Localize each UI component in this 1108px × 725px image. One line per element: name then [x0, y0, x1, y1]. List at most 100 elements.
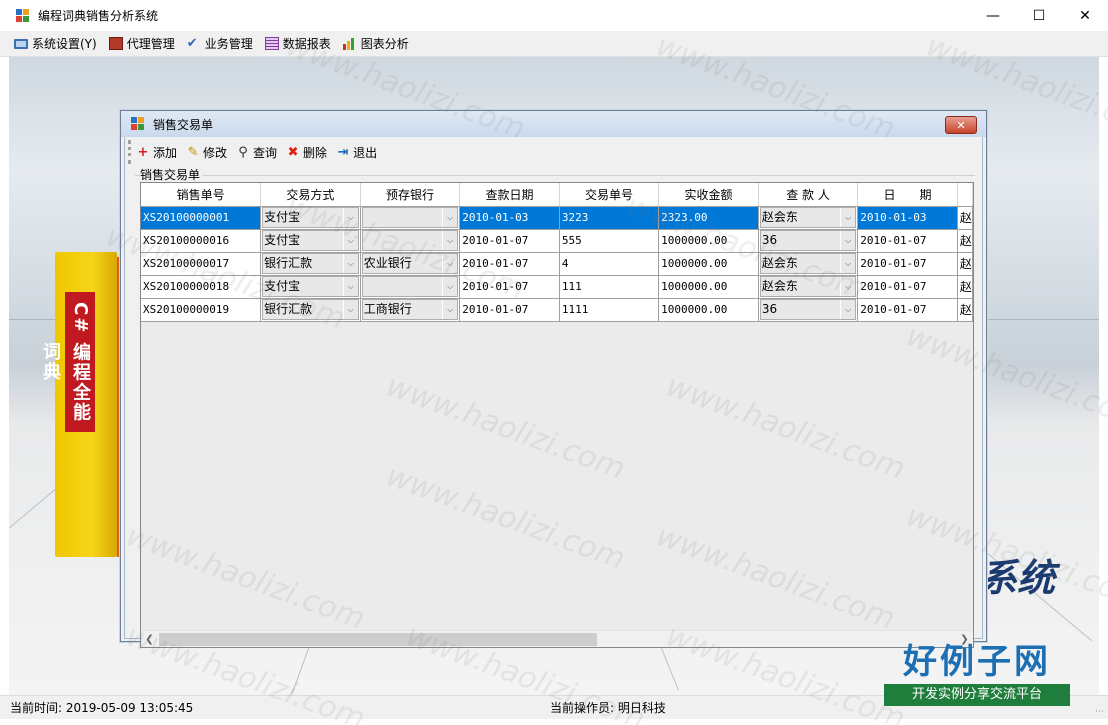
cell-method[interactable]: 银行汇款 ⌵: [260, 298, 361, 322]
cell-checker-combo[interactable]: 36 ⌵: [759, 299, 857, 320]
menu-data-report[interactable]: 数据报表: [264, 35, 331, 52]
column-header[interactable]: 查款日期: [459, 183, 560, 207]
cell-checker-combo[interactable]: 赵会东 ⌵: [759, 253, 857, 274]
cell-txn-no[interactable]: 111: [559, 275, 660, 299]
chevron-down-icon[interactable]: ⌵: [342, 208, 358, 227]
chevron-down-icon[interactable]: ⌵: [840, 231, 855, 250]
horizontal-scrollbar[interactable]: ❮ ❯: [141, 630, 973, 647]
cell-check-date[interactable]: 2010-01-07: [459, 229, 560, 253]
cell-overflow[interactable]: 赵: [957, 252, 973, 276]
child-close-button[interactable]: ✕: [945, 116, 977, 134]
cell-txn-no[interactable]: 1111: [559, 298, 660, 322]
chevron-down-icon[interactable]: ⌵: [840, 277, 855, 296]
cell-method-combo[interactable]: 银行汇款 ⌵: [262, 253, 359, 274]
delete-button[interactable]: ✖ 删除: [285, 144, 327, 161]
search-button[interactable]: ⚲ 查询: [235, 144, 277, 161]
chevron-down-icon[interactable]: ⌵: [442, 231, 457, 250]
chevron-down-icon[interactable]: ⌵: [840, 208, 855, 227]
chevron-down-icon[interactable]: ⌵: [442, 300, 457, 319]
column-header[interactable]: 实收金额: [658, 183, 759, 207]
maximize-button[interactable]: ☐: [1016, 0, 1062, 31]
cell-amount[interactable]: 1000000.00: [658, 298, 759, 322]
cell-amount[interactable]: 2323.00: [658, 206, 759, 230]
cell-order-id[interactable]: XS20100000016: [141, 229, 262, 253]
menu-system-settings[interactable]: 系统设置(Y): [14, 35, 97, 52]
cell-txn-no[interactable]: 3223: [559, 206, 660, 230]
cell-amount[interactable]: 1000000.00: [658, 275, 759, 299]
cell-check-date[interactable]: 2010-01-07: [459, 275, 560, 299]
cell-order-id[interactable]: XS20100000001: [141, 206, 262, 230]
cell-txn-no[interactable]: 4: [559, 252, 660, 276]
cell-checker[interactable]: 赵会东 ⌵: [758, 275, 859, 299]
resize-grip-icon[interactable]: ⋯: [1095, 707, 1104, 717]
cell-method[interactable]: 支付宝 ⌵: [260, 275, 361, 299]
cell-method-combo[interactable]: 支付宝 ⌵: [262, 207, 359, 228]
cell-bank-combo[interactable]: ⌵: [361, 230, 459, 251]
column-header[interactable]: 销售单号: [141, 183, 262, 207]
table-row[interactable]: XS20100000001 支付宝 ⌵ ⌵ 2010-01-03 3223 2323.00 赵…: [141, 206, 973, 230]
column-header[interactable]: 交易单号: [559, 183, 660, 207]
table-row[interactable]: XS20100000017 银行汇款 ⌵ 农业银行 ⌵ 2010-01-07 4 100000…: [141, 252, 973, 276]
exit-button[interactable]: ⇥ 退出: [335, 144, 377, 161]
chevron-down-icon[interactable]: ⌵: [342, 231, 358, 250]
cell-overflow[interactable]: 赵: [957, 275, 973, 299]
cell-method[interactable]: 支付宝 ⌵: [260, 229, 361, 253]
chevron-down-icon[interactable]: ⌵: [442, 277, 457, 296]
scroll-thumb[interactable]: [159, 633, 597, 646]
scroll-left-icon[interactable]: ❮: [141, 631, 158, 647]
cell-order-id[interactable]: XS20100000019: [141, 298, 262, 322]
cell-date[interactable]: 2010-01-07: [857, 298, 958, 322]
chevron-down-icon[interactable]: ⌵: [342, 254, 358, 273]
cell-bank[interactable]: ⌵: [360, 275, 461, 299]
cell-bank-combo[interactable]: ⌵: [361, 276, 459, 297]
chevron-down-icon[interactable]: ⌵: [840, 300, 855, 319]
cell-amount[interactable]: 1000000.00: [658, 229, 759, 253]
menu-chart-analysis[interactable]: 图表分析: [342, 35, 409, 52]
chevron-down-icon[interactable]: ⌵: [342, 300, 358, 319]
table-row[interactable]: XS20100000018 支付宝 ⌵ ⌵ 2010-01-07 111 1000000.0…: [141, 275, 973, 299]
cell-method[interactable]: 支付宝 ⌵: [260, 206, 361, 230]
edit-button[interactable]: ✎ 修改: [185, 144, 227, 161]
cell-bank[interactable]: ⌵: [360, 206, 461, 230]
cell-checker-combo[interactable]: 赵会东 ⌵: [759, 276, 857, 297]
cell-bank-combo[interactable]: ⌵: [361, 207, 459, 228]
column-header[interactable]: 交易方式: [260, 183, 361, 207]
column-header[interactable]: 预存银行: [360, 183, 461, 207]
cell-bank-combo[interactable]: 农业银行 ⌵: [361, 253, 459, 274]
table-row[interactable]: XS20100000016 支付宝 ⌵ ⌵ 2010-01-07 555 1000000.0…: [141, 229, 973, 253]
add-button[interactable]: + 添加: [135, 144, 177, 161]
table-row[interactable]: XS20100000019 银行汇款 ⌵ 工商银行 ⌵ 2010-01-07 1111 100…: [141, 298, 973, 322]
cell-overflow[interactable]: 赵: [957, 229, 973, 253]
cell-overflow[interactable]: 赵: [957, 206, 973, 230]
chevron-down-icon[interactable]: ⌵: [442, 254, 457, 273]
cell-txn-no[interactable]: 555: [559, 229, 660, 253]
column-header[interactable]: 日 期: [857, 183, 958, 207]
sales-data-grid[interactable]: 销售单号 交易方式 预存银行 查款日期 交易单号 实收金额 查 款 人 日 期 …: [140, 182, 974, 648]
cell-method-combo[interactable]: 支付宝 ⌵: [262, 276, 359, 297]
cell-date[interactable]: 2010-01-07: [857, 229, 958, 253]
cell-date[interactable]: 2010-01-03: [857, 206, 958, 230]
menu-agent-management[interactable]: 代理管理: [108, 35, 175, 52]
cell-check-date[interactable]: 2010-01-07: [459, 252, 560, 276]
column-header[interactable]: 查 款 人: [758, 183, 859, 207]
cell-check-date[interactable]: 2010-01-03: [459, 206, 560, 230]
cell-method-combo[interactable]: 支付宝 ⌵: [262, 230, 359, 251]
cell-checker[interactable]: 36 ⌵: [758, 298, 859, 322]
cell-bank[interactable]: 农业银行 ⌵: [360, 252, 461, 276]
chevron-down-icon[interactable]: ⌵: [342, 277, 358, 296]
cell-checker[interactable]: 36 ⌵: [758, 229, 859, 253]
cell-order-id[interactable]: XS20100000018: [141, 275, 262, 299]
cell-bank[interactable]: ⌵: [360, 229, 461, 253]
cell-checker-combo[interactable]: 赵会东 ⌵: [759, 207, 857, 228]
cell-checker[interactable]: 赵会东 ⌵: [758, 206, 859, 230]
cell-date[interactable]: 2010-01-07: [857, 252, 958, 276]
cell-method-combo[interactable]: 银行汇款 ⌵: [262, 299, 359, 320]
close-button[interactable]: ✕: [1062, 0, 1108, 31]
cell-checker[interactable]: 赵会东 ⌵: [758, 252, 859, 276]
cell-method[interactable]: 银行汇款 ⌵: [260, 252, 361, 276]
chevron-down-icon[interactable]: ⌵: [840, 254, 855, 273]
menu-business-management[interactable]: ✔ 业务管理: [187, 35, 253, 52]
cell-amount[interactable]: 1000000.00: [658, 252, 759, 276]
chevron-down-icon[interactable]: ⌵: [442, 208, 457, 227]
cell-checker-combo[interactable]: 36 ⌵: [759, 230, 857, 251]
